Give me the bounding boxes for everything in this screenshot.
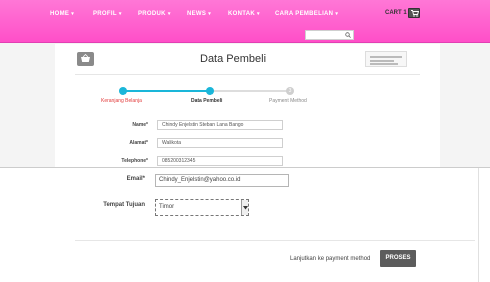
proses-button[interactable]: PROSES — [380, 250, 416, 267]
name-label: Name* — [132, 122, 148, 128]
chevron-down-icon: ▾ — [257, 11, 260, 17]
search-input[interactable] — [305, 30, 354, 40]
tempat-tujuan-select[interactable]: Timor — [155, 199, 249, 216]
select-value: Timor — [159, 204, 175, 210]
checkout-card: Data Pembeli 3 Keranjang Belanja Data Pe… — [55, 44, 440, 174]
page-title: Data Pembeli — [200, 53, 267, 65]
chevron-down-icon: ▾ — [208, 11, 212, 17]
divider — [75, 240, 475, 241]
telephone-label: Telephone* — [121, 158, 148, 164]
nav-item-news[interactable]: NEWS ▾ — [187, 11, 211, 17]
telephone-field[interactable]: 085200312345 — [157, 156, 283, 166]
cart-text: CART — [385, 10, 402, 16]
shopping-cart-icon — [411, 10, 419, 17]
email-label: Email* — [126, 176, 145, 182]
alamat-label: Alamat* — [129, 140, 148, 146]
continue-text: Lanjutkan ke payment method — [290, 256, 371, 262]
zoomed-form-panel: Email* Chindy_Enjelstin@yahoo.co.id Temp… — [0, 167, 490, 282]
tempat-tujuan-label: Tempat Tujuan — [103, 202, 145, 208]
chevron-down-icon: ▾ — [335, 11, 339, 17]
nav-item-home[interactable]: HOME ▾ — [50, 11, 74, 17]
divider — [75, 74, 420, 75]
step-3-label: Payment Method — [269, 98, 307, 104]
top-navigation-bar: HOME ▾ PROFIL ▾ PRODUK ▾ NEWS ▾ KONTAK ▾ CARA… — [0, 0, 490, 43]
step-2-label: Data Pembeli — [191, 98, 223, 104]
chevron-down-icon: ▾ — [118, 11, 122, 17]
nav-label: PRODUK — [138, 11, 166, 17]
nav-label: CARA PEMBELIAN — [275, 11, 334, 17]
email-field[interactable]: Chindy_Enjelstin@yahoo.co.id — [155, 174, 289, 187]
step-1-label[interactable]: Keranjang Belanja — [101, 98, 142, 104]
nav-item-kontak[interactable]: KONTAK ▾ — [228, 11, 260, 17]
nav-item-profil[interactable]: PROFIL ▾ — [93, 11, 122, 17]
brand-logo — [365, 51, 407, 67]
cart-button[interactable] — [408, 8, 420, 18]
nav-item-cara-pembelian[interactable]: CARA PEMBELIAN ▾ — [275, 11, 338, 17]
chevron-down-icon: ▾ — [71, 11, 75, 17]
chevron-down-icon: ▾ — [167, 11, 171, 17]
cart-label[interactable]: CART 1 — [385, 10, 407, 16]
step-2-dot — [206, 87, 214, 99]
basket-badge — [77, 52, 94, 66]
search-icon[interactable] — [345, 32, 351, 38]
nav-label: NEWS — [187, 11, 207, 17]
name-field[interactable]: Chindy Enjelstin Steban Lana Bango — [157, 120, 283, 130]
page-root: HOME ▾ PROFIL ▾ PRODUK ▾ NEWS ▾ KONTAK ▾ CARA… — [0, 0, 490, 282]
cart-count: 1 — [403, 10, 407, 16]
step-1-dot — [119, 87, 127, 99]
chevron-down-icon — [243, 206, 248, 210]
nav-label: HOME — [50, 11, 70, 17]
nav-item-produk[interactable]: PRODUK ▾ — [138, 11, 171, 17]
step-connector-pending — [210, 90, 290, 92]
step-3-dot: 3 — [286, 87, 294, 95]
alamat-field[interactable]: Walikota — [157, 138, 283, 148]
panel-edge — [478, 168, 490, 282]
nav-label: PROFIL — [93, 11, 117, 17]
step-connector-done — [123, 90, 210, 92]
nav-label: KONTAK — [228, 11, 256, 17]
basket-icon — [81, 54, 90, 62]
select-arrow[interactable] — [241, 200, 248, 215]
